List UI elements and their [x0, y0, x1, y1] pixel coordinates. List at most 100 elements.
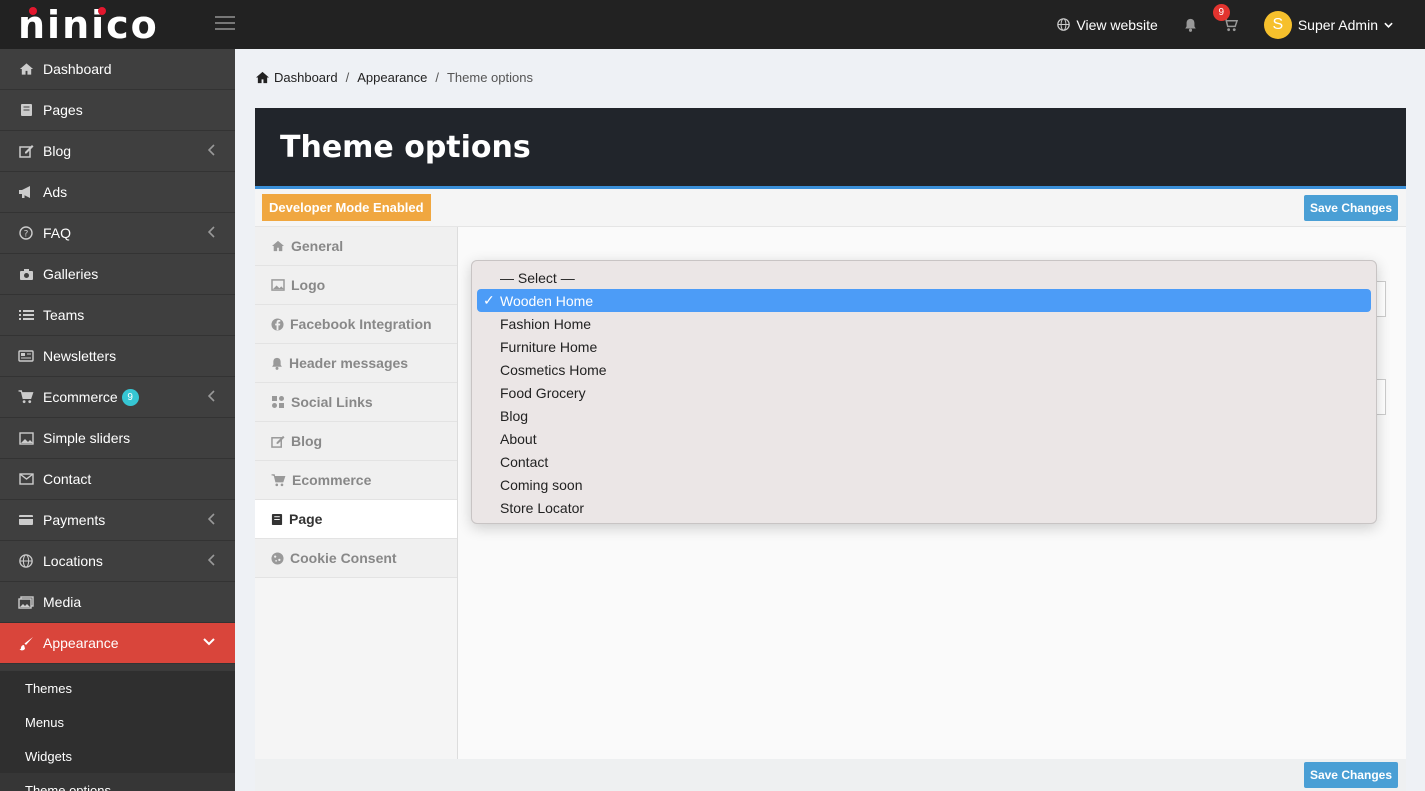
tab-cookie-consent[interactable]: Cookie Consent	[255, 539, 457, 578]
share-icon	[272, 396, 284, 408]
cart-count-badge: 9	[1212, 3, 1230, 21]
options-tabs: General Logo Facebook Integration Header…	[255, 227, 458, 759]
sidebar-item-label: Themes	[25, 680, 72, 696]
sidebar-item-label: Payments	[43, 512, 106, 528]
sidebar-item-label: Widgets	[25, 748, 72, 764]
breadcrumb-dashboard[interactable]: Dashboard	[274, 70, 338, 85]
sidebar-item-galleries[interactable]: Galleries	[0, 254, 235, 295]
dropdown-option[interactable]: Cosmetics Home	[477, 358, 1371, 381]
credit-card-icon	[17, 511, 35, 529]
sidebar-item-appearance[interactable]: Appearance	[0, 623, 235, 664]
chevron-down-icon	[203, 638, 215, 646]
menu-toggle-icon[interactable]	[215, 16, 235, 34]
user-name: Super Admin	[1297, 16, 1378, 33]
chevron-left-icon	[208, 513, 215, 525]
brand-logo[interactable]: ninico	[0, 0, 235, 49]
sidebar-item-blog[interactable]: Blog	[0, 131, 235, 172]
facebook-icon	[271, 317, 284, 331]
sidebar-item-ads[interactable]: Ads	[0, 172, 235, 213]
sidebar-item-payments[interactable]: Payments	[0, 500, 235, 541]
tab-facebook-integration[interactable]: Facebook Integration	[255, 305, 457, 344]
dropdown-option-selected[interactable]: ✓ Wooden Home	[477, 289, 1371, 312]
tab-label: Header messages	[289, 355, 409, 371]
user-menu[interactable]: S Super Admin	[1263, 10, 1393, 39]
brand-name: ninico	[18, 2, 159, 47]
dropdown-option[interactable]: Furniture Home	[477, 335, 1371, 358]
option-label: Contact	[500, 453, 549, 470]
sidebar-item-contact[interactable]: Contact	[0, 459, 235, 500]
dropdown-option[interactable]: Coming soon	[477, 473, 1371, 496]
book-icon	[17, 101, 35, 119]
save-changes-button[interactable]: Save Changes	[1303, 194, 1398, 221]
sidebar-item-locations[interactable]: Locations	[0, 541, 235, 582]
sidebar-subitem-themes[interactable]: Themes	[0, 671, 235, 705]
dropdown-option[interactable]: Fashion Home	[477, 312, 1371, 335]
breadcrumb-separator: /	[435, 70, 439, 85]
dropdown-option[interactable]: Store Locator	[477, 496, 1371, 519]
svg-text:?: ?	[24, 230, 29, 240]
sidebar-item-label: Appearance	[43, 635, 119, 651]
panel-toolbar: Developer Mode Enabled Save Changes	[255, 189, 1406, 227]
option-label: About	[500, 430, 537, 447]
option-label: Blog	[500, 407, 529, 424]
sidebar-item-pages[interactable]: Pages	[0, 90, 235, 131]
home-icon	[256, 71, 269, 84]
tab-social-links[interactable]: Social Links	[255, 383, 457, 422]
dropdown-option[interactable]: Food Grocery	[477, 381, 1371, 404]
save-changes-button[interactable]: Save Changes	[1303, 762, 1398, 788]
book-icon	[271, 513, 283, 525]
tab-general[interactable]: General	[255, 227, 457, 266]
sidebar: Dashboard Pages Blog Ads ? FAQ Galleries…	[0, 49, 235, 791]
sidebar-item-simple-sliders[interactable]: Simple sliders	[0, 418, 235, 459]
option-label: Food Grocery	[500, 384, 586, 401]
chevron-left-icon	[208, 144, 215, 156]
breadcrumb-separator: /	[345, 70, 350, 85]
bell-icon	[1185, 18, 1196, 32]
sidebar-item-label: Locations	[43, 553, 103, 569]
tab-header-messages[interactable]: Header messages	[255, 344, 457, 383]
tab-logo[interactable]: Logo	[255, 266, 457, 305]
option-label: Coming soon	[500, 476, 583, 493]
sidebar-subitem-theme-options[interactable]: Theme options	[0, 773, 235, 791]
view-website-label: View website	[1076, 16, 1158, 33]
option-label: Store Locator	[500, 499, 585, 516]
tab-page[interactable]: Page	[255, 500, 457, 539]
cart-icon	[17, 388, 35, 406]
sidebar-item-dashboard[interactable]: Dashboard	[0, 49, 235, 90]
panel-header: Theme options	[255, 108, 1406, 189]
sidebar-item-ecommerce[interactable]: Ecommerce 9	[0, 377, 235, 418]
sidebar-item-media[interactable]: Media	[0, 582, 235, 623]
top-bar: ninico View website 9 S Super Admin	[0, 0, 1425, 49]
dropdown-option[interactable]: Blog	[477, 404, 1371, 427]
sidebar-item-label: Contact	[43, 471, 92, 487]
dropdown-option[interactable]: About	[477, 427, 1371, 450]
sidebar-item-label: Theme options	[25, 782, 111, 791]
logo-dot	[29, 7, 37, 15]
sidebar-item-newsletters[interactable]: Newsletters	[0, 336, 235, 377]
home-icon	[17, 60, 35, 78]
option-label: Furniture Home	[500, 338, 598, 355]
tab-label: Social Links	[291, 394, 373, 410]
appearance-submenu: Themes Menus Widgets Theme options	[0, 671, 235, 791]
tab-ecommerce[interactable]: Ecommerce	[255, 461, 457, 500]
dropdown-option[interactable]: Contact	[477, 450, 1371, 473]
camera-icon	[17, 265, 35, 283]
sidebar-item-teams[interactable]: Teams	[0, 295, 235, 336]
dropdown-option[interactable]: — Select —	[477, 266, 1371, 289]
tab-label: General	[291, 238, 344, 254]
breadcrumb-appearance[interactable]: Appearance	[357, 70, 427, 85]
sidebar-item-label: Menus	[25, 714, 65, 730]
developer-mode-badge: Developer Mode Enabled	[262, 194, 431, 221]
sidebar-subitem-menus[interactable]: Menus	[0, 705, 235, 739]
checkmark-icon: ✓	[483, 292, 495, 308]
option-label: Cosmetics Home	[500, 361, 607, 378]
cart-button[interactable]: 9	[1212, 3, 1238, 32]
sidebar-item-faq[interactable]: ? FAQ	[0, 213, 235, 254]
tab-blog[interactable]: Blog	[255, 422, 457, 461]
notifications-button[interactable]	[1184, 18, 1197, 32]
chevron-left-icon	[208, 226, 215, 238]
sidebar-item-label: Simple sliders	[43, 430, 131, 446]
view-website-link[interactable]: View website	[1057, 16, 1158, 33]
option-label: Wooden Home	[500, 292, 594, 309]
sidebar-subitem-widgets[interactable]: Widgets	[0, 739, 235, 773]
